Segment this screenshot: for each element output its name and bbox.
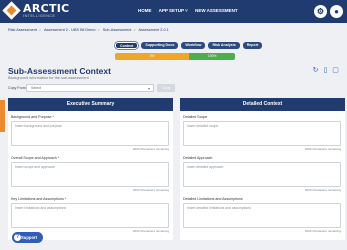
scope-approach-field: Overall Scope and Approach * Insert scop… [11, 156, 169, 192]
top-bar: ARCTIC INTELLIGENCE HOME APP SETUP ˅ NEW… [0, 0, 347, 23]
brand-tagline: INTELLIGENCE [23, 14, 56, 18]
copy-button[interactable]: Copy [157, 84, 175, 92]
field-label: Key Limitations and Assumptions * [11, 197, 67, 201]
settings-icon[interactable]: ⚙ [314, 5, 327, 18]
delete-icon[interactable]: ▢ [332, 67, 339, 74]
refresh-icon[interactable]: ↻ [312, 67, 319, 74]
workflow-stepper: Context Supporting Docs Workflow Risk An… [115, 42, 263, 49]
scope-approach-input[interactable]: Insert scope and approach [11, 162, 169, 187]
document-icon[interactable]: ▯ [322, 67, 329, 74]
detailed-scope-field: Detailed Scope Insert detailed scope 200… [183, 115, 341, 151]
field-label: Detailed Limitations and Assumptions [183, 197, 243, 201]
side-feedback-tab[interactable] [0, 100, 5, 132]
panel-title: Executive Summary [8, 98, 173, 111]
logo-icon [2, 1, 21, 20]
user-icon[interactable]: ● [330, 5, 343, 18]
character-count: 2000 Characters remaining [132, 147, 169, 151]
background-purpose-input[interactable]: Insert background and purpose [11, 121, 169, 146]
progress-remaining: 100% [189, 53, 235, 60]
detailed-approach-input[interactable]: Insert detailed approach [183, 162, 341, 187]
progress-bar: 0% 100% [115, 53, 235, 60]
detailed-context-panel: Detailed Context Detailed Scope Insert d… [180, 98, 345, 240]
step-report[interactable]: Report [242, 42, 263, 49]
limitations-assumptions-field: Key Limitations and Assumptions * Insert… [11, 197, 169, 233]
detailed-scope-input[interactable]: Insert detailed scope [183, 121, 341, 146]
breadcrumb-item[interactable]: Assessment 2 - UBS Bil Demo [44, 28, 95, 32]
panel-title: Detailed Context [180, 98, 345, 111]
character-count: 2000 Characters remaining [304, 229, 341, 233]
character-count: 2000 Characters remaining [132, 188, 169, 192]
step-context[interactable]: Context [115, 42, 139, 49]
field-label: Detailed Approach [183, 156, 213, 160]
support-label: Support [21, 235, 38, 240]
field-label: Overall Scope and Approach * [11, 156, 60, 160]
step-workflow[interactable]: Workflow [181, 42, 206, 49]
breadcrumb-item[interactable]: Risk Assessment [8, 28, 37, 32]
page-subtitle: Background information for the sub-asses… [8, 76, 89, 80]
nav-home[interactable]: HOME [138, 8, 152, 13]
copy-from-select[interactable]: Select [26, 84, 154, 92]
detailed-approach-field: Detailed Approach Insert detailed approa… [183, 156, 341, 192]
top-navigation: HOME APP SETUP ˅ NEW ASSESSMENT [138, 8, 244, 13]
page-title: Sub-Assessment Context [8, 66, 111, 76]
field-label: Detailed Scope [183, 115, 208, 119]
copy-from-label: Copy From [8, 86, 26, 90]
brand-logo[interactable]: ARCTIC INTELLIGENCE [2, 1, 69, 21]
help-icon: ? [14, 234, 21, 241]
detailed-limitations-input[interactable]: Insert detailed limitations and assumpti… [183, 203, 341, 228]
breadcrumb-item[interactable]: Sub-Assessment [103, 28, 132, 32]
progress-completed: 0% [115, 53, 190, 60]
top-icons: ⚙ ● [314, 4, 343, 19]
step-risk-analysis[interactable]: Risk Analysis [208, 42, 240, 49]
breadcrumb-current: Assessment 2.0.1 [138, 28, 169, 32]
nav-app-setup[interactable]: APP SETUP ˅ [159, 8, 188, 13]
background-purpose-field: Background and Purpose * Insert backgrou… [11, 115, 169, 151]
character-count: 2000 Characters remaining [304, 188, 341, 192]
nav-new-assessment[interactable]: NEW ASSESSMENT [195, 8, 238, 13]
character-count: 2000 Characters remaining [304, 147, 341, 151]
executive-summary-panel: Executive Summary Background and Purpose… [8, 98, 173, 240]
limitations-assumptions-input[interactable]: Insert limitations and assumptions [11, 203, 169, 228]
breadcrumb: Risk Assessment > Assessment 2 - UBS Bil … [8, 28, 169, 32]
step-supporting-docs[interactable]: Supporting Docs [141, 42, 179, 49]
detailed-limitations-field: Detailed Limitations and Assumptions Ins… [183, 197, 341, 233]
support-button[interactable]: ? Support [12, 232, 43, 243]
header-actions: ↻ ▯ ▢ [312, 67, 339, 74]
field-label: Background and Purpose * [11, 115, 54, 119]
